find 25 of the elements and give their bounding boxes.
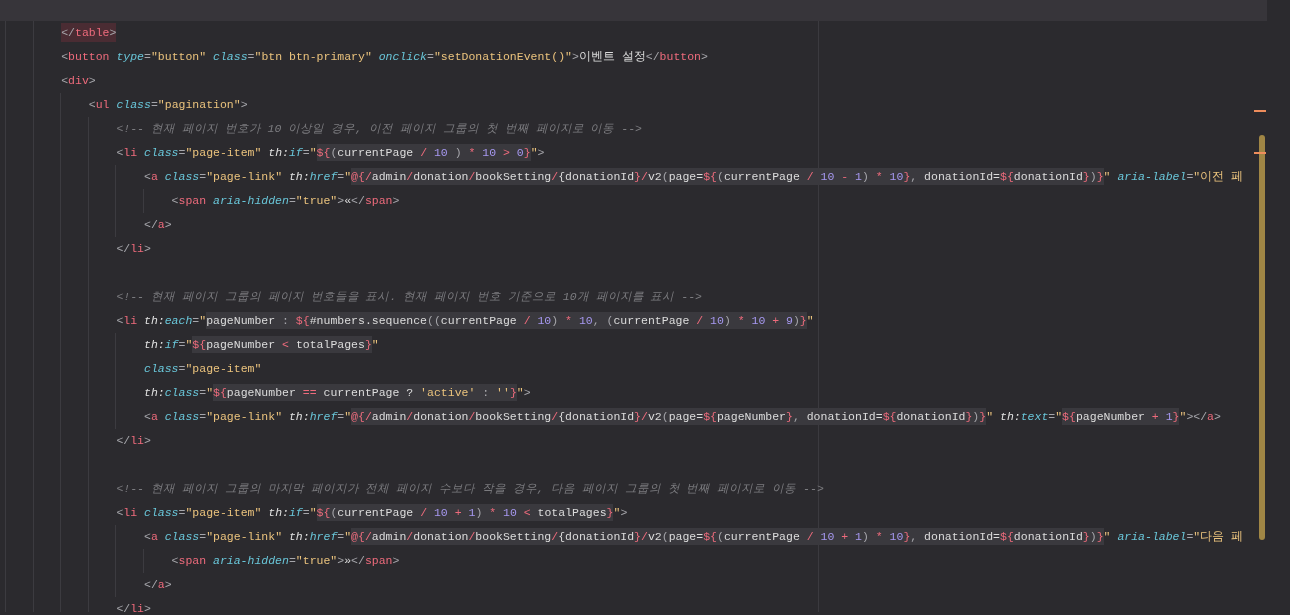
code-line: <!-- 현재 페이지 번호가 10 이상일 경우, 이전 페이지 그룹의 첫 번째 페이지로 이동 --> (116, 121, 643, 137)
code-line: <ul class="pagination"> (88, 97, 248, 113)
code-line: </li> (116, 433, 151, 449)
code-line: </a> (144, 577, 172, 593)
code-line: <li class="page-item" th:if="${(currentPage / 10 ) * 10 > 0}"> (116, 143, 545, 163)
code-line: th:if="${pageNumber < totalPages}" (144, 335, 379, 355)
code-line: <a class="page-link" th:href="@{/admin/donation/bookSetting/{donationId}/v2(page=${(currentPage / 10 - 1) * 10}, donationId=${donationId})}" aria-label="이전 페 (144, 167, 1244, 187)
code-line: class="page-item" (144, 361, 262, 377)
code-line: <!-- 현재 페이지 그룹의 페이지 번호들을 표시. 현재 페이지 번호 기준으로 10개 페이지를 표시 --> (116, 289, 703, 305)
code-line: <a class="page-link" th:href="@{/admin/donation/bookSetting/{donationId}/v2(page=${pageNumber}, donationId=${donationId})}" th:text="${pageNumber + 1}"></a> (144, 407, 1221, 427)
error-stripe-marker[interactable] (1254, 152, 1266, 154)
code-line: <span aria-hidden="true">»</span> (171, 553, 400, 569)
code-line: <div> (61, 73, 96, 89)
code-line: <li class="page-item" th:if="${(currentPage / 10 + 1) * 10 < totalPages}"> (116, 503, 628, 523)
code-line: <li th:each="pageNumber : ${#numbers.sequence((currentPage / 10) * 10, (currentPage / 10) * 10 + 9)}" (116, 311, 814, 331)
code-line: th:class="${pageNumber == currentPage ? 'active' : ''}"> (144, 383, 531, 403)
code-line: <button type="button" class="btn btn-primary" onclick="setDonationEvent()">이벤트 설정</button> (61, 49, 708, 65)
code-line: </a> (144, 217, 172, 233)
code-line: <!-- 현재 페이지 그룹의 마지막 페이지가 전체 페이지 수보다 작을 경우, 다음 페이지 그룹의 첫 번째 페이지로 이동 --> (116, 481, 824, 497)
code-line: <span aria-hidden="true">«</span> (171, 193, 400, 209)
error-stripe-marker[interactable] (1254, 110, 1266, 112)
code-line: </li> (116, 601, 151, 612)
code-line: <a class="page-link" th:href="@{/admin/donation/bookSetting/{donationId}/v2(page=${(currentPage / 10 + 1) * 10}, donationId=${donationId})}" aria-label="다음 페 (144, 527, 1244, 547)
code-line: </li> (116, 241, 151, 257)
scrollbar-thumb[interactable] (1259, 135, 1265, 540)
